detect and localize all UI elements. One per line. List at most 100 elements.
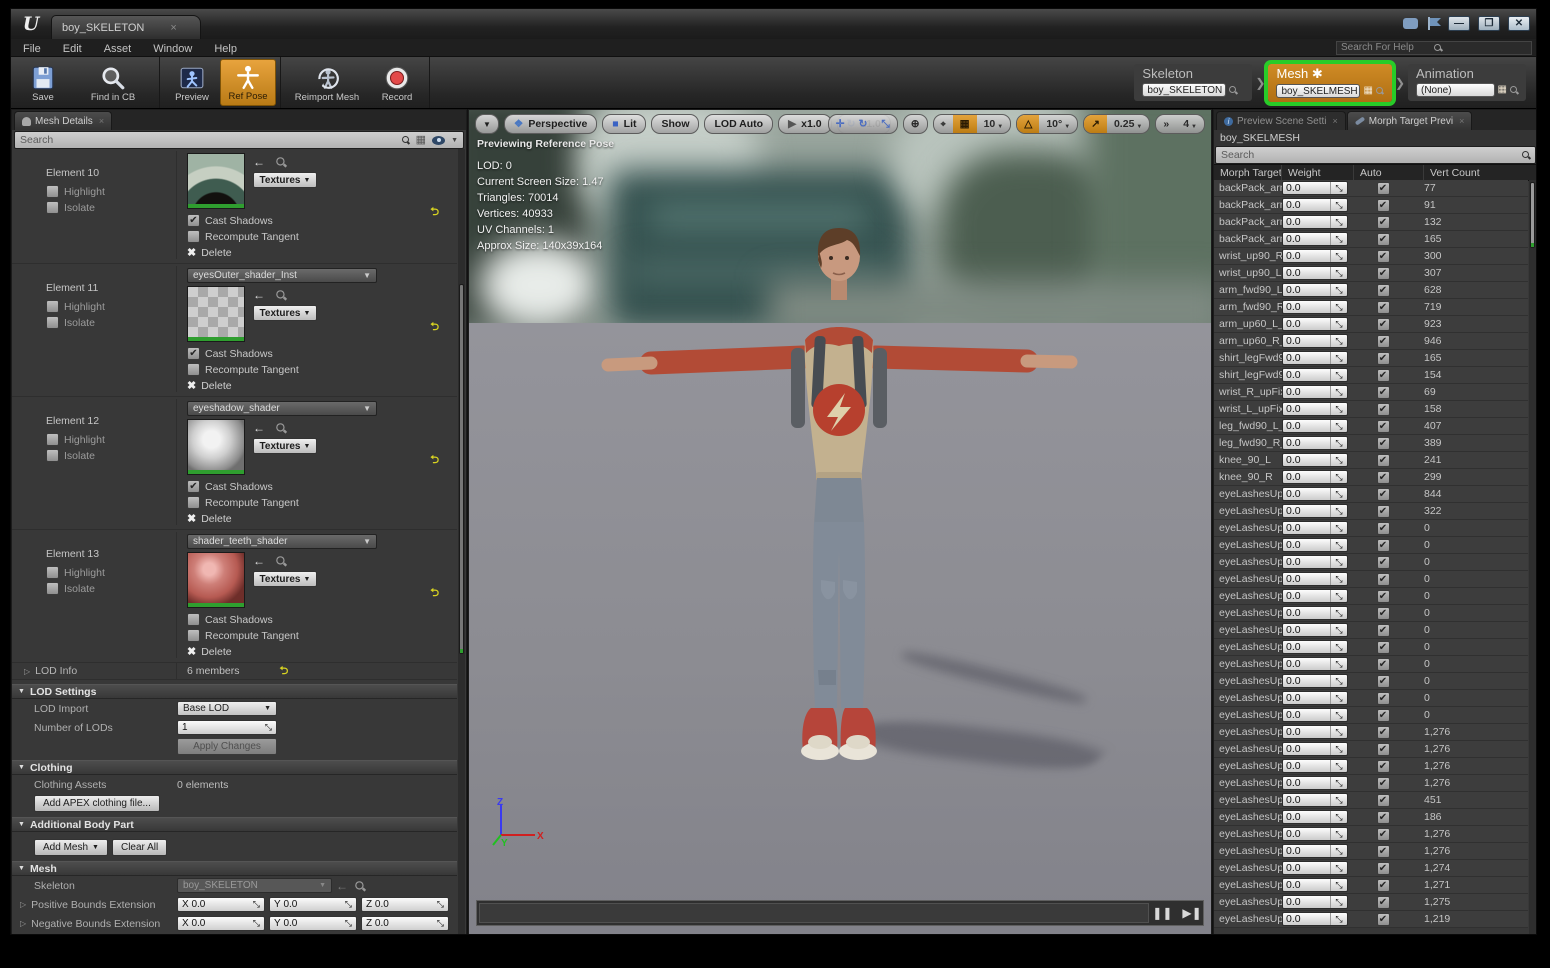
expander-icon[interactable]: ▷ [20,900,26,909]
auto-checkbox[interactable] [1377,522,1390,535]
mesh-asset-field[interactable]: boy_SKELMESH [1276,84,1360,98]
auto-checkbox[interactable] [1377,692,1390,705]
weight-input[interactable]: 0.0⤡ [1282,351,1348,365]
table-row[interactable]: wrist_L_upFix 0.0⤡ 158 [1214,401,1528,418]
table-row[interactable]: eyeLashesUpper 0.0⤡ 186 [1214,809,1528,826]
use-selected-icon[interactable]: ← [253,421,265,435]
shader-select[interactable]: eyeshadow_shader▼ [187,401,377,416]
auto-checkbox[interactable] [1377,862,1390,875]
textures-button[interactable]: Textures▼ [253,172,317,188]
table-row[interactable]: eyeLashesUpper 0.0⤡ 0 [1214,639,1528,656]
auto-checkbox[interactable] [1377,284,1390,297]
auto-checkbox[interactable] [1377,250,1390,263]
weight-input[interactable]: 0.0⤡ [1282,657,1348,671]
auto-checkbox[interactable] [1377,199,1390,212]
auto-checkbox[interactable] [1377,658,1390,671]
weight-input[interactable]: 0.0⤡ [1282,300,1348,314]
table-row[interactable]: shirt_legFwd90 0.0⤡ 165 [1214,350,1528,367]
weight-input[interactable]: 0.0⤡ [1282,793,1348,807]
tab-close-icon[interactable]: × [1333,116,1338,126]
delete-element-button[interactable]: ✖Delete [187,246,451,259]
highlight-checkbox[interactable] [46,300,59,313]
highlight-checkbox[interactable] [46,433,59,446]
restore-button[interactable]: ❐ [1478,16,1500,31]
section-additional-body-part[interactable]: ▼Additional Body Part [12,817,457,832]
help-search-input[interactable]: Search For Help [1336,41,1532,55]
weight-input[interactable]: 0.0⤡ [1282,776,1348,790]
material-thumbnail[interactable] [187,552,245,608]
reimport-mesh-button[interactable]: Reimport Mesh [285,59,369,106]
weight-input[interactable]: 0.0⤡ [1282,504,1348,518]
report-flag-icon[interactable] [1426,17,1440,30]
browse-animation-icon[interactable] [1510,86,1518,94]
table-row[interactable]: eyeLashesUpper 0.0⤡ 0 [1214,622,1528,639]
save-button[interactable]: Save [15,59,71,106]
details-search-input[interactable]: Search ▦ ▼ [14,131,464,149]
use-selected-icon[interactable]: ← [336,879,348,893]
weight-input[interactable]: 0.0⤡ [1282,215,1348,229]
pause-button[interactable]: ❚❚ [1152,906,1172,920]
world-space-icon[interactable]: ⊕ [904,115,927,133]
weight-input[interactable]: 0.0⤡ [1282,555,1348,569]
auto-checkbox[interactable] [1377,828,1390,841]
shader-select[interactable]: eyesOuter_shader_Inst▼ [187,268,377,283]
table-row[interactable]: eyeLashesUpper 0.0⤡ 844 [1214,486,1528,503]
table-row[interactable]: eyeLashesUpper 0.0⤡ 0 [1214,605,1528,622]
auto-checkbox[interactable] [1377,267,1390,280]
weight-input[interactable]: 0.0⤡ [1282,436,1348,450]
expander-icon[interactable]: ▷ [24,667,30,676]
table-row[interactable]: eyeLashesUpper 0.0⤡ 0 [1214,588,1528,605]
lit-button[interactable]: ■Lit [602,114,646,134]
table-row[interactable]: eyeLashesUpper 0.0⤡ 1,276 [1214,843,1528,860]
section-lod-settings[interactable]: ▼LOD Settings [12,684,457,699]
table-row[interactable]: eyeLashesUpper 0.0⤡ 0 [1214,571,1528,588]
weight-input[interactable]: 0.0⤡ [1282,317,1348,331]
apply-changes-button[interactable]: Apply Changes [177,738,277,755]
table-row[interactable]: eyeLashesUpper 0.0⤡ 0 [1214,537,1528,554]
auto-checkbox[interactable] [1377,403,1390,416]
auto-checkbox[interactable] [1377,641,1390,654]
camera-speed-value[interactable]: 4▼ [1176,115,1204,133]
weight-input[interactable]: 0.0⤡ [1282,198,1348,212]
isolate-checkbox[interactable] [46,201,59,214]
table-row[interactable]: eyeLashesUpper 0.0⤡ 1,274 [1214,860,1528,877]
weight-input[interactable]: 0.0⤡ [1282,844,1348,858]
add-mesh-button[interactable]: Add Mesh▼ [34,839,108,856]
menu-item[interactable]: Edit [63,43,96,55]
weight-input[interactable]: 0.0⤡ [1282,419,1348,433]
auto-checkbox[interactable] [1377,726,1390,739]
browse-material-icon[interactable] [276,157,286,167]
weight-input[interactable]: 0.0⤡ [1282,181,1348,195]
delete-element-button[interactable]: ✖Delete [187,645,451,658]
asset-grid-icon[interactable]: ▦ [1498,85,1507,95]
breadcrumb-skeleton[interactable]: Skeleton boy_SKELETON [1134,64,1252,101]
expander-icon[interactable]: ▷ [20,919,26,928]
auto-checkbox[interactable] [1377,845,1390,858]
auto-checkbox[interactable] [1377,590,1390,603]
weight-input[interactable]: 0.0⤡ [1282,487,1348,501]
weight-input[interactable]: 0.0⤡ [1282,606,1348,620]
isolate-checkbox[interactable] [46,582,59,595]
surface-snap-icon[interactable]: ⌖ [934,115,953,133]
auto-checkbox[interactable] [1377,182,1390,195]
auto-checkbox[interactable] [1377,811,1390,824]
grid-view-icon[interactable]: ▦ [416,135,426,146]
skeleton-asset-field[interactable]: boy_SKELETON [1142,83,1226,97]
auto-checkbox[interactable] [1377,794,1390,807]
auto-checkbox[interactable] [1377,505,1390,518]
auto-checkbox[interactable] [1377,913,1390,926]
auto-checkbox[interactable] [1377,896,1390,909]
table-row[interactable]: eyeLashesUpper 0.0⤡ 1,276 [1214,826,1528,843]
morph-scrollbar[interactable] [1529,180,1536,935]
auto-checkbox[interactable] [1377,743,1390,756]
weight-input[interactable]: 0.0⤡ [1282,691,1348,705]
weight-input[interactable]: 0.0⤡ [1282,453,1348,467]
auto-checkbox[interactable] [1377,539,1390,552]
recompute-tangent-checkbox[interactable] [187,496,200,509]
section-mesh[interactable]: ▼Mesh [12,861,457,876]
weight-input[interactable]: 0.0⤡ [1282,385,1348,399]
weight-input[interactable]: 0.0⤡ [1282,538,1348,552]
table-row[interactable]: wrist_R_upFix 0.0⤡ 69 [1214,384,1528,401]
weight-input[interactable]: 0.0⤡ [1282,521,1348,535]
tab-mesh-details[interactable]: Mesh Details × [14,111,112,130]
